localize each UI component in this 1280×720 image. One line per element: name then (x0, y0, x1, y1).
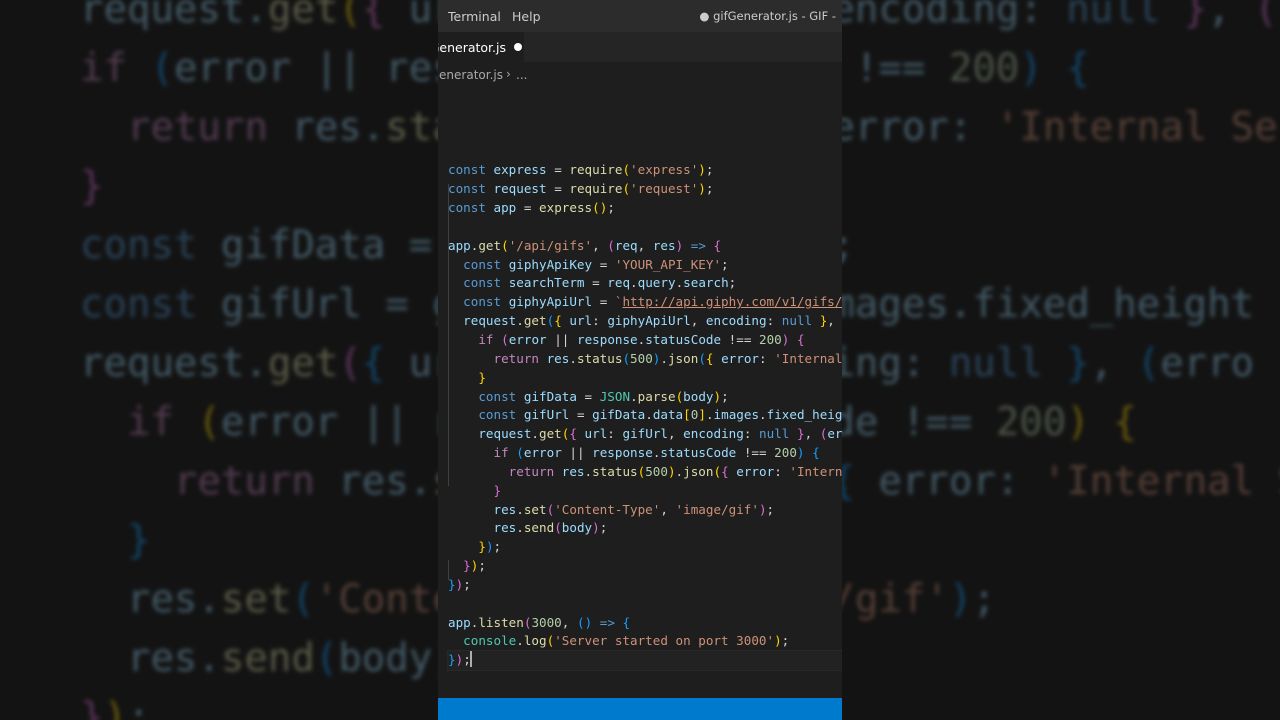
code-line[interactable]: }); (447, 650, 842, 672)
code-line[interactable]: const giphyApiUrl = `http://api.giphy.co… (448, 293, 842, 312)
tab-gifgenerator[interactable]: gifGenerator.js (438, 32, 524, 62)
code-line[interactable]: if (error || response.statusCode !== 200… (448, 331, 842, 350)
unsaved-dot-icon[interactable] (514, 43, 522, 51)
code-line[interactable]: res.set('Content-Type', 'image/gif'); (448, 501, 842, 520)
code-line[interactable]: request.get({ url: gifUrl, encoding: nul… (448, 425, 842, 444)
code-line[interactable]: } (448, 369, 842, 388)
breadcrumb-more[interactable]: ... (516, 68, 527, 82)
code-editor-window: Terminal Help ● gifGenerator.js - GIF - … (438, 0, 842, 720)
status-bar (438, 698, 842, 720)
menu-bar: Terminal Help ● gifGenerator.js - GIF - (438, 0, 842, 32)
code-line[interactable]: const express = require('express'); (448, 161, 842, 180)
code-area[interactable]: const express = require('express'); const… (447, 86, 843, 672)
code-line[interactable]: return res.status(500).json({ error: 'In… (448, 350, 843, 369)
text-cursor (469, 651, 472, 668)
breadcrumb-file[interactable]: gifGenerator.js (438, 68, 503, 82)
code-line[interactable]: const request = require('request'); (448, 180, 842, 199)
code-line[interactable]: }); (448, 576, 842, 595)
code-line[interactable]: request.get({ url: giphyApiUrl, encoding… (448, 312, 842, 331)
code-line[interactable]: if (error || response.statusCode !== 200… (448, 444, 842, 463)
window-title: ● gifGenerator.js - GIF - (699, 9, 836, 23)
code-line[interactable]: const gifData = JSON.parse(body); (448, 388, 842, 407)
code-line[interactable]: res.send(body); (448, 519, 842, 538)
code-line[interactable]: app.get('/api/gifs', (req, res) => { (448, 237, 842, 256)
chevron-right-icon: › (506, 67, 511, 81)
breadcrumb: gifGenerator.js › ... (438, 62, 842, 86)
code-line[interactable] (448, 218, 842, 237)
code-line[interactable]: const giphyApiKey = 'YOUR_API_KEY'; (448, 256, 842, 275)
code-line[interactable]: return res.status(500).json({ error: 'In… (448, 463, 842, 482)
menu-help[interactable]: Help (512, 9, 541, 24)
tab-label: gifGenerator.js (438, 40, 506, 55)
menu-terminal[interactable]: Terminal (448, 9, 501, 24)
code-line[interactable] (448, 595, 842, 614)
code-line[interactable]: app.listen(3000, () => { (448, 614, 842, 633)
code-line[interactable]: }); (448, 538, 842, 557)
code-line[interactable]: const app = express(); (448, 199, 842, 218)
code-line[interactable]: console.log('Server started on port 3000… (448, 632, 842, 651)
tab-bar: gifGenerator.js (438, 32, 842, 62)
code-line[interactable]: }); (448, 557, 842, 576)
code-line[interactable]: const gifUrl = gifData.data[0].images.fi… (448, 406, 842, 425)
code-line[interactable]: } (448, 482, 842, 501)
code-line[interactable]: const searchTerm = req.query.search; (448, 274, 842, 293)
